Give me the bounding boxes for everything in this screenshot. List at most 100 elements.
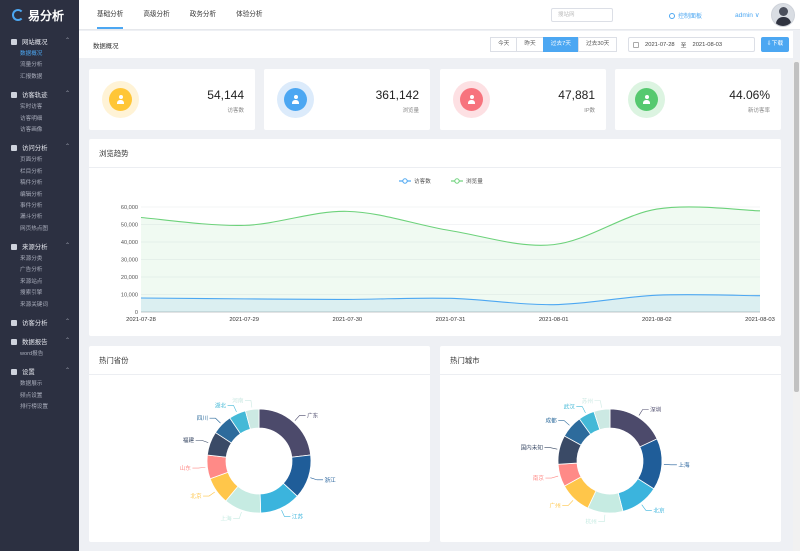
slice-label: 广州	[550, 501, 561, 509]
stat-card: 44.06% 新访客率	[615, 69, 781, 130]
sidebar-group-label: 访问分析	[22, 145, 48, 153]
slice-label: 四川	[197, 415, 208, 422]
legend-marker	[402, 178, 408, 184]
menu-icon	[11, 319, 17, 326]
sidebar-item[interactable]: 栏目分析	[0, 167, 79, 178]
slice-label: 北京	[190, 492, 202, 500]
sidebar-item[interactable]: 数据展示	[0, 379, 79, 390]
slice-leader	[227, 405, 237, 413]
slice-leader	[598, 514, 606, 523]
trend-panel: 浏览趋势 访客数 浏览量 0 10,000 20,000 30,000 40,000 50,0…	[89, 139, 781, 336]
legend-label: 访客数	[414, 177, 431, 185]
logo-icon	[12, 9, 24, 21]
x-tick-label: 2021-08-03	[745, 317, 775, 323]
sidebar-item[interactable]: 排行榜设置	[0, 402, 79, 413]
sidebar-group-label: 网站概况	[22, 39, 48, 46]
stat-icon-ring	[102, 81, 139, 118]
x-tick-label: 2021-07-28	[126, 317, 156, 323]
sidebar-item[interactable]: 编辑分析	[0, 190, 79, 201]
sidebar-group-header[interactable]: 设置 ⌃	[0, 364, 79, 379]
sidebar-item[interactable]: 来源分类	[0, 254, 79, 265]
range-button[interactable]: 昨天	[516, 37, 544, 52]
slice-leader	[558, 420, 570, 426]
download-button[interactable]: ⇩下载	[761, 37, 789, 52]
date-range-picker[interactable]: 2021-07-28 至 2021-08-03	[628, 37, 755, 52]
sidebar-item[interactable]: word报告	[0, 349, 79, 360]
tab[interactable]: 政务分析	[180, 0, 226, 30]
sidebar-group-header[interactable]: 数据报告 ⌃	[0, 334, 79, 349]
stat-label: 新访客率	[747, 108, 770, 114]
y-tick-label: 30,000	[121, 258, 138, 264]
slice-label: 南京	[533, 474, 545, 482]
sidebar-group: 访客轨迹 ⌃ 实时访客 访客明细 访客画像	[0, 87, 79, 136]
sidebar-item[interactable]: 来源站点	[0, 277, 79, 288]
sidebar-group-header[interactable]: 网站概况 ⌃	[0, 34, 79, 49]
menu-icon	[11, 144, 17, 151]
sidebar-item[interactable]: 频点设置	[0, 391, 79, 402]
sidebar-item[interactable]: 广告分析	[0, 265, 79, 276]
slice-label: 江苏	[292, 512, 304, 520]
slice-label: 苏州	[582, 397, 593, 405]
range-button[interactable]: 过去7天	[542, 37, 579, 52]
slice-leader	[294, 415, 306, 421]
logo-text: 易分析	[28, 8, 65, 23]
range-button[interactable]: 今天	[490, 37, 518, 52]
range-button[interactable]: 过去30天	[577, 37, 618, 52]
sidebar-group-label: 访客轨迹	[22, 92, 48, 100]
sidebar-group-label: 来源分析	[22, 244, 48, 252]
slice-leader	[641, 504, 652, 511]
avatar[interactable]	[771, 3, 795, 27]
y-tick-label: 20,000	[121, 275, 138, 281]
stat-icon-ring	[277, 81, 314, 118]
sidebar-item[interactable]: 页面分析	[0, 155, 79, 166]
sidebar-group-header[interactable]: 访客分析 ⌃	[0, 315, 79, 330]
logo[interactable]: 易分析	[0, 0, 79, 30]
slice-label: 武汉	[564, 403, 576, 411]
tab[interactable]: 高级分析	[133, 0, 179, 30]
sidebar-item[interactable]: 网页热点图	[0, 224, 79, 235]
sidebar-item[interactable]: 访客画像	[0, 125, 79, 136]
stat-card: 47,881 IP数	[440, 69, 606, 130]
sidebar-group-header[interactable]: 访客轨迹 ⌃	[0, 87, 79, 102]
city-panel-title: 热门城市	[440, 346, 781, 375]
slice-leader	[594, 400, 602, 408]
sidebar-item[interactable]: 汇报数据	[0, 72, 79, 83]
sidebar-item[interactable]: 来源关键词	[0, 300, 79, 311]
page-scrollbar[interactable]	[793, 60, 800, 551]
user-menu[interactable]: admin ∨	[735, 11, 760, 19]
sidebar-item[interactable]: 事件分析	[0, 201, 79, 212]
search-input[interactable]: 搜站网	[551, 8, 613, 22]
sidebar-item[interactable]: 稿件分析	[0, 178, 79, 189]
top-bar: 基础分析 高级分析 政务分析 体验分析 搜站网 控制面板 admin ∨	[79, 0, 800, 30]
y-tick-label: 10,000	[121, 293, 138, 299]
city-chart: 深圳上海北京杭州 广州 南京 国内未知 成都武汉苏州	[521, 397, 690, 526]
slice-label: 上海	[678, 461, 690, 469]
province-panel: 热门省份 广东 浙江 江苏 上海 北京 山东 福建 四川 湖北 河南	[89, 346, 430, 542]
sidebar-item[interactable]: 流量分析	[0, 60, 79, 71]
sidebar-item[interactable]: 搜索引擎	[0, 288, 79, 299]
city-panel: 热门城市 深圳 上海 北京 杭州 广州 南京 国内未知 成都 武汉 苏州	[440, 346, 781, 542]
sidebar-group: 数据报告 ⌃ word报告	[0, 334, 79, 360]
user-icon	[109, 88, 132, 111]
tab[interactable]: 体验分析	[226, 0, 272, 30]
gear-icon	[669, 12, 675, 19]
sidebar-group-header[interactable]: 来源分析 ⌃	[0, 239, 79, 254]
slice-leader	[209, 417, 221, 424]
tab[interactable]: 基础分析	[87, 0, 133, 30]
user-icon	[635, 88, 658, 111]
sidebar-item[interactable]: 访客明细	[0, 114, 79, 125]
sidebar-item[interactable]: 实时访客	[0, 102, 79, 113]
slice-label: 深圳	[650, 405, 662, 413]
province-chart: 广东浙江江苏 上海 北京 山东 福建 四川湖北河南	[180, 397, 337, 523]
slice-label: 浙江	[325, 476, 337, 484]
slice-leader	[195, 439, 209, 443]
slice-label: 河南	[232, 397, 244, 405]
sidebar-group-header[interactable]: 访问分析 ⌃	[0, 140, 79, 155]
user-icon	[460, 88, 483, 111]
trend-chart: 访客数 浏览量 0 10,000 20,000 30,000 40,000 50,000 60,…	[121, 177, 775, 323]
scrollbar-thumb[interactable]	[794, 62, 799, 392]
sidebar-item[interactable]: 数据概况	[0, 49, 79, 60]
control-panel-link[interactable]: 控制面板	[669, 11, 702, 20]
sidebar-group-label: 设置	[22, 369, 35, 377]
sidebar-item[interactable]: 漏斗分析	[0, 212, 79, 223]
